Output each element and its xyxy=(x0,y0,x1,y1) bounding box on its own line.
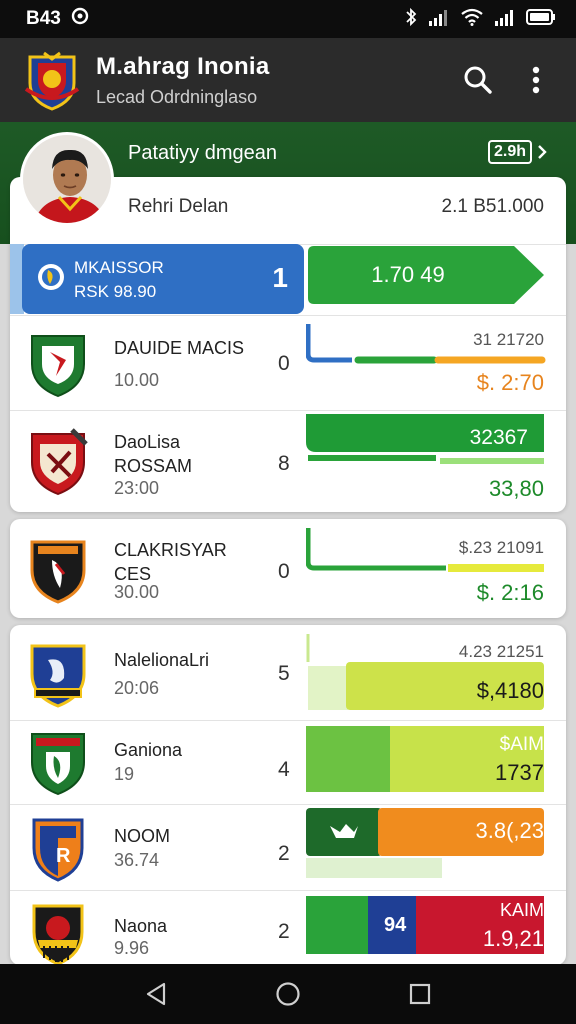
more-vert-icon xyxy=(532,66,540,94)
team-money-4: 1737 xyxy=(495,760,544,785)
team-count-4: 4 xyxy=(278,758,290,781)
team-count-5: 2 xyxy=(278,842,290,865)
team-name-1: DaoLisa ROSSAM xyxy=(114,432,193,476)
team-small-value-2: $.23 21091 xyxy=(458,538,544,557)
federation-crest-logo xyxy=(22,49,82,111)
highlight-team-count: 1 xyxy=(272,262,288,293)
team-count-6: 2 xyxy=(278,920,290,943)
wifi-icon xyxy=(460,8,484,31)
team-count-1: 8 xyxy=(278,452,290,475)
player-name: Rehri Delan xyxy=(128,196,229,217)
highlight-team-row[interactable]: MKAISSOR RSK 98.90 1 xyxy=(22,244,304,314)
team-money-1: 33,80 xyxy=(488,476,544,501)
team-bar-label-6: 94 xyxy=(384,914,407,936)
team-count-2: 0 xyxy=(278,560,290,583)
app-subtitle: Lecad Odrdninglaso xyxy=(96,86,258,107)
team-time-0: 10.00 xyxy=(114,370,160,390)
team-name-5: NOOM xyxy=(114,826,170,846)
notification-icon xyxy=(71,7,89,31)
team-count-0: 0 xyxy=(278,352,290,375)
team-time-6: 9.96 xyxy=(114,938,150,958)
search-button[interactable] xyxy=(456,58,500,102)
team-crest-3 xyxy=(26,640,90,708)
featured-badge-button[interactable]: 2.9h xyxy=(487,140,548,164)
team-name-0: DAUIDE MACIS xyxy=(114,338,245,358)
team-crest-5: R xyxy=(26,814,90,882)
bluetooth-icon xyxy=(404,7,418,32)
chevron-right-icon xyxy=(538,145,547,159)
nav-home-button[interactable] xyxy=(270,976,306,1012)
team-crest-2 xyxy=(26,536,90,604)
highlight-value: 1.70 49 xyxy=(371,262,445,287)
team-name-6: Naona xyxy=(114,916,168,936)
highlight-team-name: MKAISSOR xyxy=(74,258,164,277)
team-small-value-1: 32367 xyxy=(469,426,528,449)
team-small-value-4: $AIM xyxy=(499,734,544,755)
battery-icon xyxy=(526,8,556,31)
featured-title: Patatiyy dmgean xyxy=(128,142,277,164)
svg-text:R: R xyxy=(56,845,71,867)
team-small-value-3: 4.23 21251 xyxy=(458,642,544,661)
recents-square-icon xyxy=(409,983,431,1005)
home-circle-icon xyxy=(276,982,300,1006)
divider xyxy=(10,804,566,805)
team-name-4: Ganiona xyxy=(114,740,183,760)
signal-icon xyxy=(428,8,450,31)
nav-back-button[interactable] xyxy=(138,976,174,1012)
header-amount: 2.1 B51.000 xyxy=(441,196,544,217)
team-money-2: $. 2:16 xyxy=(476,580,544,605)
team-money-0: $. 2:70 xyxy=(476,370,544,395)
divider xyxy=(10,890,566,891)
team-money-5: 3.8(,23 xyxy=(475,818,545,843)
status-time: B43 xyxy=(26,8,61,29)
back-triangle-icon xyxy=(146,982,166,1006)
team-time-5: 36.74 xyxy=(114,850,160,870)
team-count-3: 5 xyxy=(278,662,290,685)
team-time-1: 23:00 xyxy=(114,478,160,498)
search-icon xyxy=(464,66,492,94)
team-time-2: 30.00 xyxy=(114,582,160,602)
player-avatar[interactable] xyxy=(20,132,114,226)
team-name-2: CLAKRISYAR CES xyxy=(114,540,227,584)
highlight-team-sub: RSK 98.90 xyxy=(74,282,157,301)
team-money-6: 1.9,21 xyxy=(482,926,544,951)
team-name-3: NalelionaLri xyxy=(114,650,210,670)
team-time-4: 19 xyxy=(114,764,135,784)
team-small-value-0: 31 21720 xyxy=(473,330,544,349)
overflow-menu-button[interactable] xyxy=(514,58,558,102)
highlight-team-icon xyxy=(36,260,66,294)
team-crest-0 xyxy=(26,330,90,398)
team-money-3: $,4180 xyxy=(476,678,544,703)
divider xyxy=(10,410,566,411)
system-nav-bar xyxy=(0,964,576,1024)
signal-icon-2 xyxy=(494,8,516,31)
team-crest-4 xyxy=(26,728,90,796)
status-bar: B43 xyxy=(0,0,576,38)
team-small-value-6: KAIM xyxy=(499,900,544,920)
team-crest-6 xyxy=(26,902,90,970)
divider xyxy=(10,720,566,721)
team-time-3: 20:06 xyxy=(114,678,160,698)
divider xyxy=(10,315,566,316)
nav-recents-button[interactable] xyxy=(402,976,438,1012)
app-bar: M.ahrag Inonia Lecad Odrdninglaso xyxy=(0,38,576,122)
app-title: M.ahrag Inonia xyxy=(96,52,270,80)
team-crest-1 xyxy=(26,426,90,496)
featured-badge: 2.9h xyxy=(487,140,532,164)
